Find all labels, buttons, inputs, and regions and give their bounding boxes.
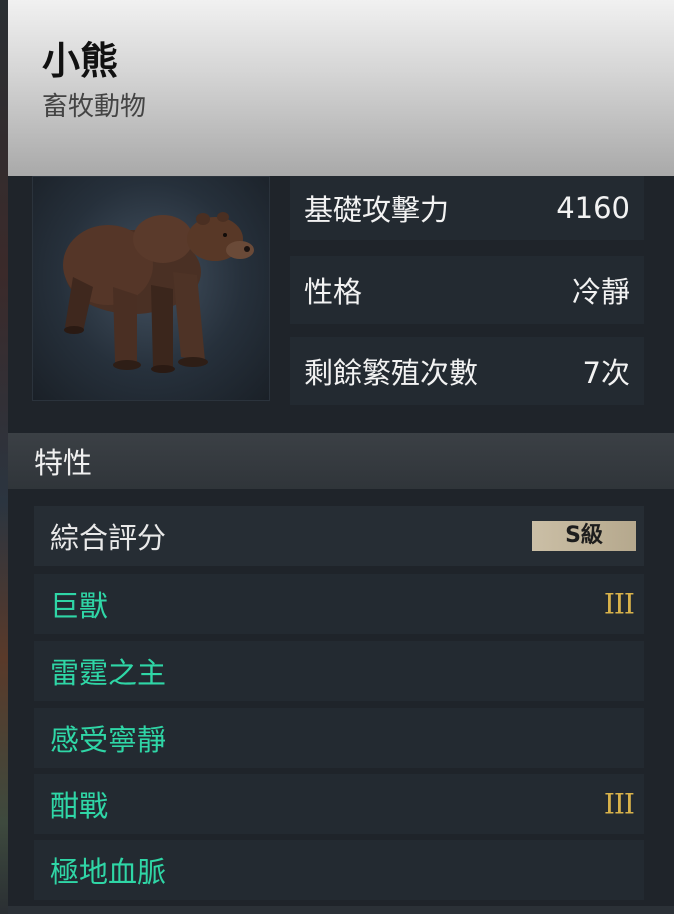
trait-rank: III (603, 787, 635, 821)
trait-name: 極地血脈 (50, 855, 167, 889)
stat-label: 剩餘繁殖次數 (304, 356, 479, 390)
animal-name: 小熊 (42, 39, 119, 83)
stat-row-temperament: 性格 冷靜 (290, 256, 644, 324)
overall-rating-row: 綜合評分 S級 (34, 506, 644, 566)
background-scene-edge (0, 0, 8, 914)
traits-title: 特性 (34, 446, 93, 480)
trait-name: 巨獸 (50, 589, 109, 623)
trait-item[interactable]: 雷霆之主 (34, 641, 644, 701)
stat-row-attack: 基礎攻擊力 4160 (290, 176, 644, 240)
trait-name: 酣戰 (50, 789, 109, 823)
animal-info-panel: 小熊 畜牧動物 基礎攻擊力 4160 性格 冷靜 剩餘繁殖次數 7次 特性 綜合… (8, 0, 674, 914)
grade-badge: S級 (532, 521, 636, 551)
stat-row-breeding-count: 剩餘繁殖次數 7次 (290, 337, 644, 405)
trait-item[interactable]: 極地血脈 (34, 840, 644, 900)
stat-value: 冷靜 (571, 275, 630, 309)
stat-label: 性格 (304, 275, 363, 309)
traits-section-header: 特性 (8, 433, 674, 489)
trait-name: 感受寧靜 (50, 723, 167, 757)
trait-item[interactable]: 感受寧靜 (34, 708, 644, 768)
animal-category: 畜牧動物 (42, 92, 147, 122)
bear-portrait-image (32, 176, 270, 401)
stat-value: 4160 (556, 191, 630, 225)
trait-name: 雷霆之主 (50, 656, 167, 690)
stat-value: 7次 (582, 356, 630, 390)
animal-detail-screen: 小熊 畜牧動物 基礎攻擊力 4160 性格 冷靜 剩餘繁殖次數 7次 特性 綜合… (0, 0, 674, 914)
bear-icon (63, 212, 254, 373)
panel-header: 小熊 畜牧動物 (8, 0, 674, 176)
overall-rating-label: 綜合評分 (50, 521, 167, 555)
panel-bottom-edge (8, 906, 674, 914)
trait-item[interactable]: 巨獸 III (34, 574, 644, 634)
stat-label: 基礎攻擊力 (304, 193, 450, 227)
trait-item[interactable]: 酣戰 III (34, 774, 644, 834)
trait-rank: III (603, 587, 635, 621)
